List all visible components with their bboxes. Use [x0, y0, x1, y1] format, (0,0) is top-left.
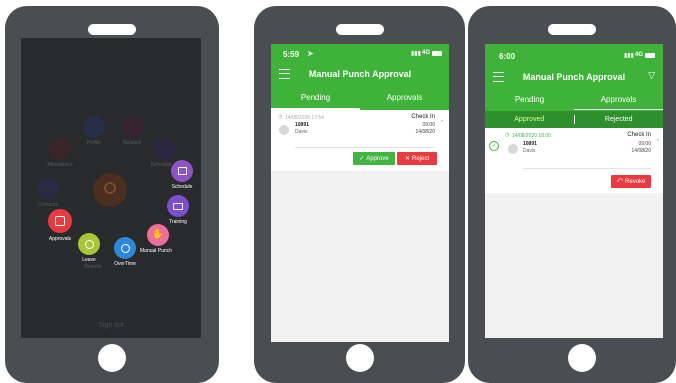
punch-date: 14/08/20	[631, 148, 651, 154]
manual-punch-button[interactable]: ✋	[147, 224, 169, 246]
leave-button[interactable]	[78, 233, 100, 255]
tab-pending[interactable]: Pending	[271, 87, 360, 110]
overtime-label: OverTime	[114, 261, 136, 267]
contacts-label: Contacts	[38, 202, 58, 208]
app-header: 6:00 ▮▮▮ 4G Manual Punch Approval ▽ Pend…	[485, 44, 663, 128]
request-icon	[121, 116, 143, 138]
punch-date: 14/08/20	[415, 129, 435, 135]
reject-button[interactable]: ✕ Reject	[397, 152, 437, 165]
sign-out-link[interactable]: Sign out	[21, 322, 201, 329]
approve-label: Approve	[366, 155, 389, 162]
request-label: Request	[122, 140, 142, 146]
employee-name: Davis	[295, 129, 308, 135]
profile-label: Profile	[86, 140, 102, 146]
profile-icon	[83, 116, 105, 138]
punch-time: 09:00	[422, 122, 435, 128]
network-label: 4G	[635, 52, 644, 58]
employee-id: 10891	[523, 141, 537, 147]
training-button[interactable]	[167, 195, 189, 217]
approve-button[interactable]: ✓ Approve	[353, 152, 395, 165]
training-icon	[173, 202, 183, 210]
tab-pending[interactable]: Pending	[485, 90, 574, 110]
battery-icon	[432, 51, 442, 56]
tab-approvals[interactable]: Approvals	[574, 90, 663, 110]
overtime-button[interactable]	[114, 237, 136, 259]
speaker	[336, 24, 384, 35]
home-center-icon	[104, 182, 116, 194]
schedule-label: Schedule	[171, 184, 193, 190]
overtime-icon	[120, 243, 130, 253]
check-icon: ✓	[359, 156, 365, 162]
avatar	[508, 144, 518, 154]
pending-screen: 5:59 ➤ ▮▮▮ 4G Manual Punch Approval Pend…	[271, 44, 449, 342]
attendance-icon	[49, 138, 71, 160]
schedule-button[interactable]	[171, 160, 193, 182]
status-bar: 5:59 ➤ ▮▮▮ 4G	[271, 44, 449, 62]
manual-punch-label: Manual Punch	[140, 248, 172, 254]
employee-id: 10891	[295, 122, 309, 128]
revoke-label: Revoke	[625, 178, 646, 185]
main-menu-screen: Profile Request Attendance Schedule Cont…	[21, 38, 201, 338]
status-time: 6:00	[499, 52, 516, 61]
tab-bar: Pending Approvals	[271, 87, 449, 110]
clock-icon: ◷	[505, 132, 510, 138]
undo-icon: ⤺	[616, 178, 624, 184]
punch-time: 09:00	[638, 141, 651, 147]
chevron-up-icon[interactable]: ⌃	[439, 119, 445, 127]
subtab-approved[interactable]: Approved	[485, 111, 574, 128]
signal-icon: ▮▮▮	[624, 53, 634, 59]
home-button[interactable]	[98, 344, 126, 372]
request-timestamp: 14/08/2020 18:00	[512, 133, 551, 139]
approvals-button[interactable]	[48, 209, 72, 233]
home-button[interactable]	[346, 344, 374, 372]
sub-tab-bar: Approved Rejected	[485, 111, 663, 128]
home-center-button[interactable]	[93, 173, 127, 207]
avatar	[279, 125, 289, 135]
reject-label: Reject	[412, 155, 430, 162]
leave-icon	[84, 239, 94, 249]
tab-approvals[interactable]: Approvals	[360, 87, 449, 110]
check-type: Check In	[411, 114, 435, 120]
approved-request-card: ✓ ◷ 14/08/2020 18:00 Check In 10891 Davi…	[485, 128, 663, 193]
reports-label: Reports	[84, 264, 102, 270]
clock-icon: ◷	[278, 114, 283, 120]
punch-request-card: ◷ 14/08/2020 17:54 Check In 10891 Davis …	[271, 110, 449, 171]
app-header: 5:59 ➤ ▮▮▮ 4G Manual Punch Approval Pend…	[271, 44, 449, 110]
employee-name: Davis	[523, 148, 536, 154]
speaker	[548, 24, 596, 35]
page-title: Manual Punch Approval	[308, 69, 412, 79]
approvals-icon	[55, 216, 65, 226]
divider	[295, 147, 435, 148]
close-icon: ✕	[404, 156, 410, 162]
training-label: Training	[169, 219, 187, 225]
subtab-rejected[interactable]: Rejected	[575, 111, 664, 128]
chevron-up-icon[interactable]: ⌃	[655, 138, 661, 146]
leave-label: Leave	[82, 257, 96, 263]
hand-icon: ✋	[151, 229, 165, 240]
revoke-button[interactable]: ⤺ Revoke	[611, 175, 651, 188]
home-button[interactable]	[568, 344, 596, 372]
approvals-label: Approvals	[48, 236, 72, 242]
battery-icon	[645, 53, 655, 58]
location-icon: ➤	[307, 49, 314, 58]
contacts-icon	[37, 178, 59, 200]
signal-icon: ▮▮▮	[411, 51, 421, 57]
approved-check-icon: ✓	[489, 141, 499, 151]
attendance-label: Attendance	[47, 162, 73, 168]
page-title: Manual Punch Approval	[522, 72, 626, 82]
divider	[523, 168, 651, 169]
status-time: 5:59	[283, 50, 300, 59]
status-bar: 6:00 ▮▮▮ 4G	[485, 44, 663, 62]
request-timestamp: 14/08/2020 17:54	[285, 115, 324, 121]
schedule-bg-label: Schedule	[150, 162, 172, 168]
network-label: 4G	[422, 50, 431, 56]
check-type: Check In	[627, 132, 651, 138]
calendar-icon	[177, 167, 187, 175]
approved-screen: 6:00 ▮▮▮ 4G Manual Punch Approval ▽ Pend…	[485, 44, 663, 338]
schedule-bg-icon	[153, 138, 175, 160]
filter-icon[interactable]: ▽	[648, 70, 655, 81]
speaker	[88, 24, 136, 35]
tab-bar: Pending Approvals	[485, 90, 663, 110]
